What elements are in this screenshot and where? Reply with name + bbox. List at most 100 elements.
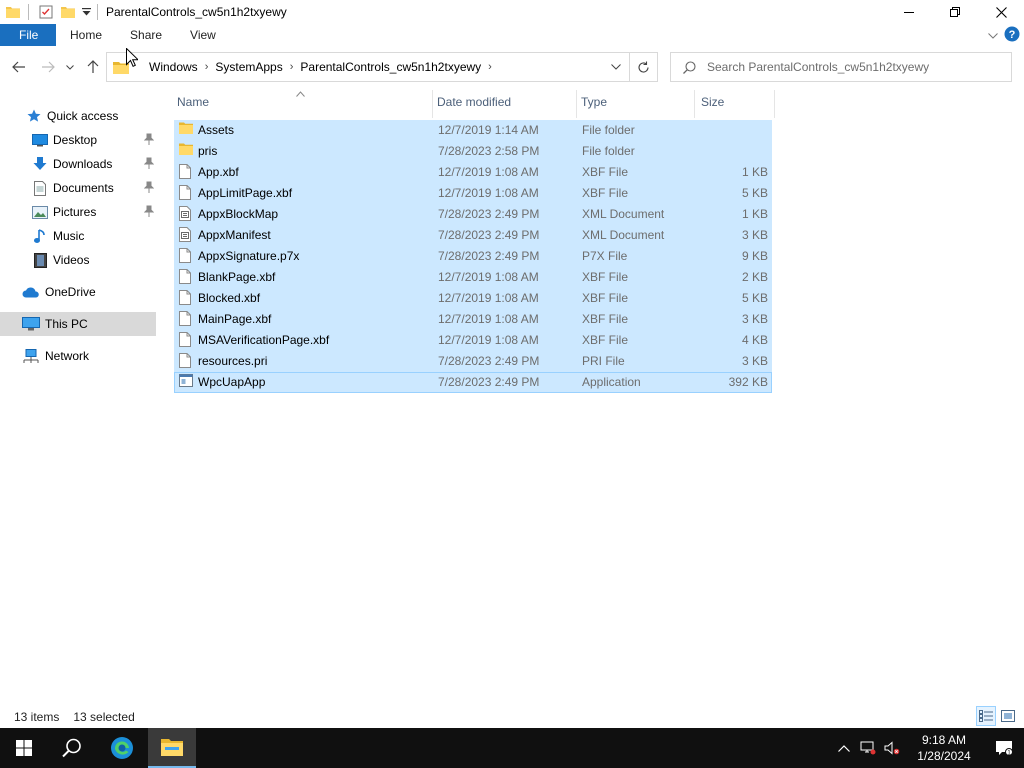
file-row[interactable]: AppxBlockMap 7/28/2023 2:49 PM XML Documen… [174, 204, 772, 225]
taskbar: 9:18 AM 1/28/2024 1 [0, 728, 1024, 768]
file-date-modified: 7/28/2023 2:58 PM [438, 144, 540, 158]
new-folder-icon[interactable] [57, 1, 79, 23]
file-icon [179, 164, 193, 180]
file-row[interactable]: resources.pri 7/28/2023 2:49 PM PRI File 3 … [174, 351, 772, 372]
file-type: XBF File [582, 291, 629, 305]
file-date-modified: 7/28/2023 2:49 PM [438, 375, 540, 389]
file-explorer-taskbar-icon[interactable] [148, 728, 196, 768]
minimize-button[interactable] [886, 0, 932, 24]
file-row[interactable]: AppxManifest 7/28/2023 2:49 PM XML Documen… [174, 225, 772, 246]
large-icons-view-icon[interactable] [998, 706, 1018, 726]
file-row[interactable]: AppLimitPage.xbf 12/7/2019 1:08 AM XBF Fil… [174, 183, 772, 204]
network-icon[interactable] [856, 741, 880, 755]
edge-browser-icon[interactable] [98, 728, 146, 768]
documents-icon [32, 180, 48, 196]
file-icon [179, 185, 193, 201]
pin-icon[interactable] [143, 181, 155, 196]
address-history-chevron-down-icon[interactable] [603, 53, 629, 81]
sidebar-item-music[interactable]: Music [0, 224, 156, 248]
file-row[interactable]: Blocked.xbf 12/7/2019 1:08 AM XBF File 5 KB [174, 288, 772, 309]
file-date-modified: 12/7/2019 1:08 AM [438, 333, 539, 347]
xml-file-icon [179, 206, 193, 222]
up-button[interactable] [82, 56, 104, 78]
pin-icon[interactable] [143, 205, 155, 220]
folder-icon[interactable] [2, 1, 24, 23]
column-header-size[interactable]: Size [698, 90, 772, 114]
column-divider[interactable] [694, 90, 695, 118]
file-row[interactable]: BlankPage.xbf 12/7/2019 1:08 AM XBF File 2 … [174, 267, 772, 288]
breadcrumb-windows[interactable]: Windows [145, 60, 202, 74]
breadcrumb-parentalcontrols[interactable]: ParentalControls_cw5n1h2txyewy [296, 60, 485, 74]
sidebar-item-label: Documents [53, 181, 114, 195]
notifications-icon[interactable]: 1 [984, 728, 1024, 768]
breadcrumb-separator-icon[interactable]: › [287, 61, 297, 73]
forward-button[interactable] [37, 56, 59, 78]
column-header-type[interactable]: Type [578, 90, 694, 114]
network-icon [22, 348, 40, 364]
column-header-name[interactable]: Name [174, 90, 432, 114]
file-row[interactable]: WpcUapApp 7/28/2023 2:49 PM Application 392… [174, 372, 772, 393]
file-row[interactable]: pris 7/28/2023 2:58 PM File folder [174, 141, 772, 162]
file-size: 1 KB [741, 165, 768, 179]
sidebar-item-network[interactable]: Network [0, 344, 156, 368]
desktop-icon [32, 132, 48, 148]
file-name: resources.pri [198, 354, 268, 368]
customize-toolbar-dropdown-icon[interactable] [79, 1, 93, 23]
volume-muted-icon[interactable] [880, 741, 904, 755]
breadcrumb-separator-icon[interactable]: › [202, 61, 212, 73]
file-row[interactable]: MSAVerificationPage.xbf 12/7/2019 1:08 AM… [174, 330, 772, 351]
folder-icon [179, 122, 193, 138]
search-box[interactable] [670, 52, 1012, 82]
breadcrumb-separator-icon[interactable]: › [485, 61, 495, 73]
address-bar[interactable]: Windows › SystemApps › ParentalControls_… [106, 52, 658, 82]
pin-icon[interactable] [143, 133, 155, 148]
column-divider[interactable] [432, 90, 433, 118]
sidebar-item-desktop[interactable]: Desktop [0, 128, 156, 152]
file-size: 3 KB [741, 228, 768, 242]
system-tray: 9:18 AM 1/28/2024 1 [832, 728, 1024, 768]
videos-icon [32, 252, 48, 268]
file-size: 5 KB [741, 291, 768, 305]
sidebar-item-pictures[interactable]: Pictures [0, 200, 156, 224]
star-icon [26, 108, 42, 124]
column-divider[interactable] [774, 90, 775, 118]
refresh-button[interactable] [629, 53, 657, 81]
back-button[interactable] [8, 56, 30, 78]
sidebar-item-downloads[interactable]: Downloads [0, 152, 156, 176]
show-hidden-icons-chevron-up-icon[interactable] [832, 744, 856, 752]
file-row[interactable]: MainPage.xbf 12/7/2019 1:08 AM XBF File 3 K… [174, 309, 772, 330]
file-icon [179, 290, 193, 306]
column-divider[interactable] [576, 90, 577, 118]
file-row[interactable]: AppxSignature.p7x 7/28/2023 2:49 PM P7X Fi… [174, 246, 772, 267]
sidebar-item-label: This PC [45, 317, 88, 331]
close-button[interactable] [978, 0, 1024, 24]
pin-icon[interactable] [143, 157, 155, 172]
file-row[interactable]: Assets 12/7/2019 1:14 AM File folder [174, 120, 772, 141]
tab-file[interactable]: File [0, 24, 56, 46]
properties-icon[interactable] [35, 1, 57, 23]
tab-share[interactable]: Share [116, 24, 176, 46]
start-button[interactable] [0, 728, 48, 768]
file-row[interactable]: App.xbf 12/7/2019 1:08 AM XBF File 1 KB [174, 162, 772, 183]
clock[interactable]: 9:18 AM 1/28/2024 [904, 732, 984, 764]
file-list[interactable]: Name Date modified Type Size Assets 12/7/… [174, 90, 1024, 700]
tab-home[interactable]: Home [56, 24, 116, 46]
sidebar-item-onedrive[interactable]: OneDrive [0, 280, 156, 304]
column-header-date-modified[interactable]: Date modified [434, 90, 576, 114]
sidebar-item-documents[interactable]: Documents [0, 176, 156, 200]
file-size: 5 KB [741, 186, 768, 200]
expand-ribbon-icon[interactable] [988, 28, 998, 42]
help-icon[interactable]: ? [1004, 26, 1020, 45]
sidebar-item-this-pc[interactable]: This PC [0, 312, 156, 336]
sidebar-item-videos[interactable]: Videos [0, 248, 156, 272]
search-icon[interactable] [48, 728, 96, 768]
sidebar-item-quick-access[interactable]: Quick access [0, 104, 156, 128]
recent-locations-chevron-down-icon[interactable] [60, 56, 80, 78]
breadcrumb-systemapps[interactable]: SystemApps [211, 60, 286, 74]
details-view-icon[interactable] [976, 706, 996, 726]
file-type: File folder [582, 144, 635, 158]
tab-view[interactable]: View [176, 24, 230, 46]
restore-button[interactable] [932, 0, 978, 24]
file-type: XBF File [582, 333, 629, 347]
search-input[interactable] [707, 60, 1007, 74]
